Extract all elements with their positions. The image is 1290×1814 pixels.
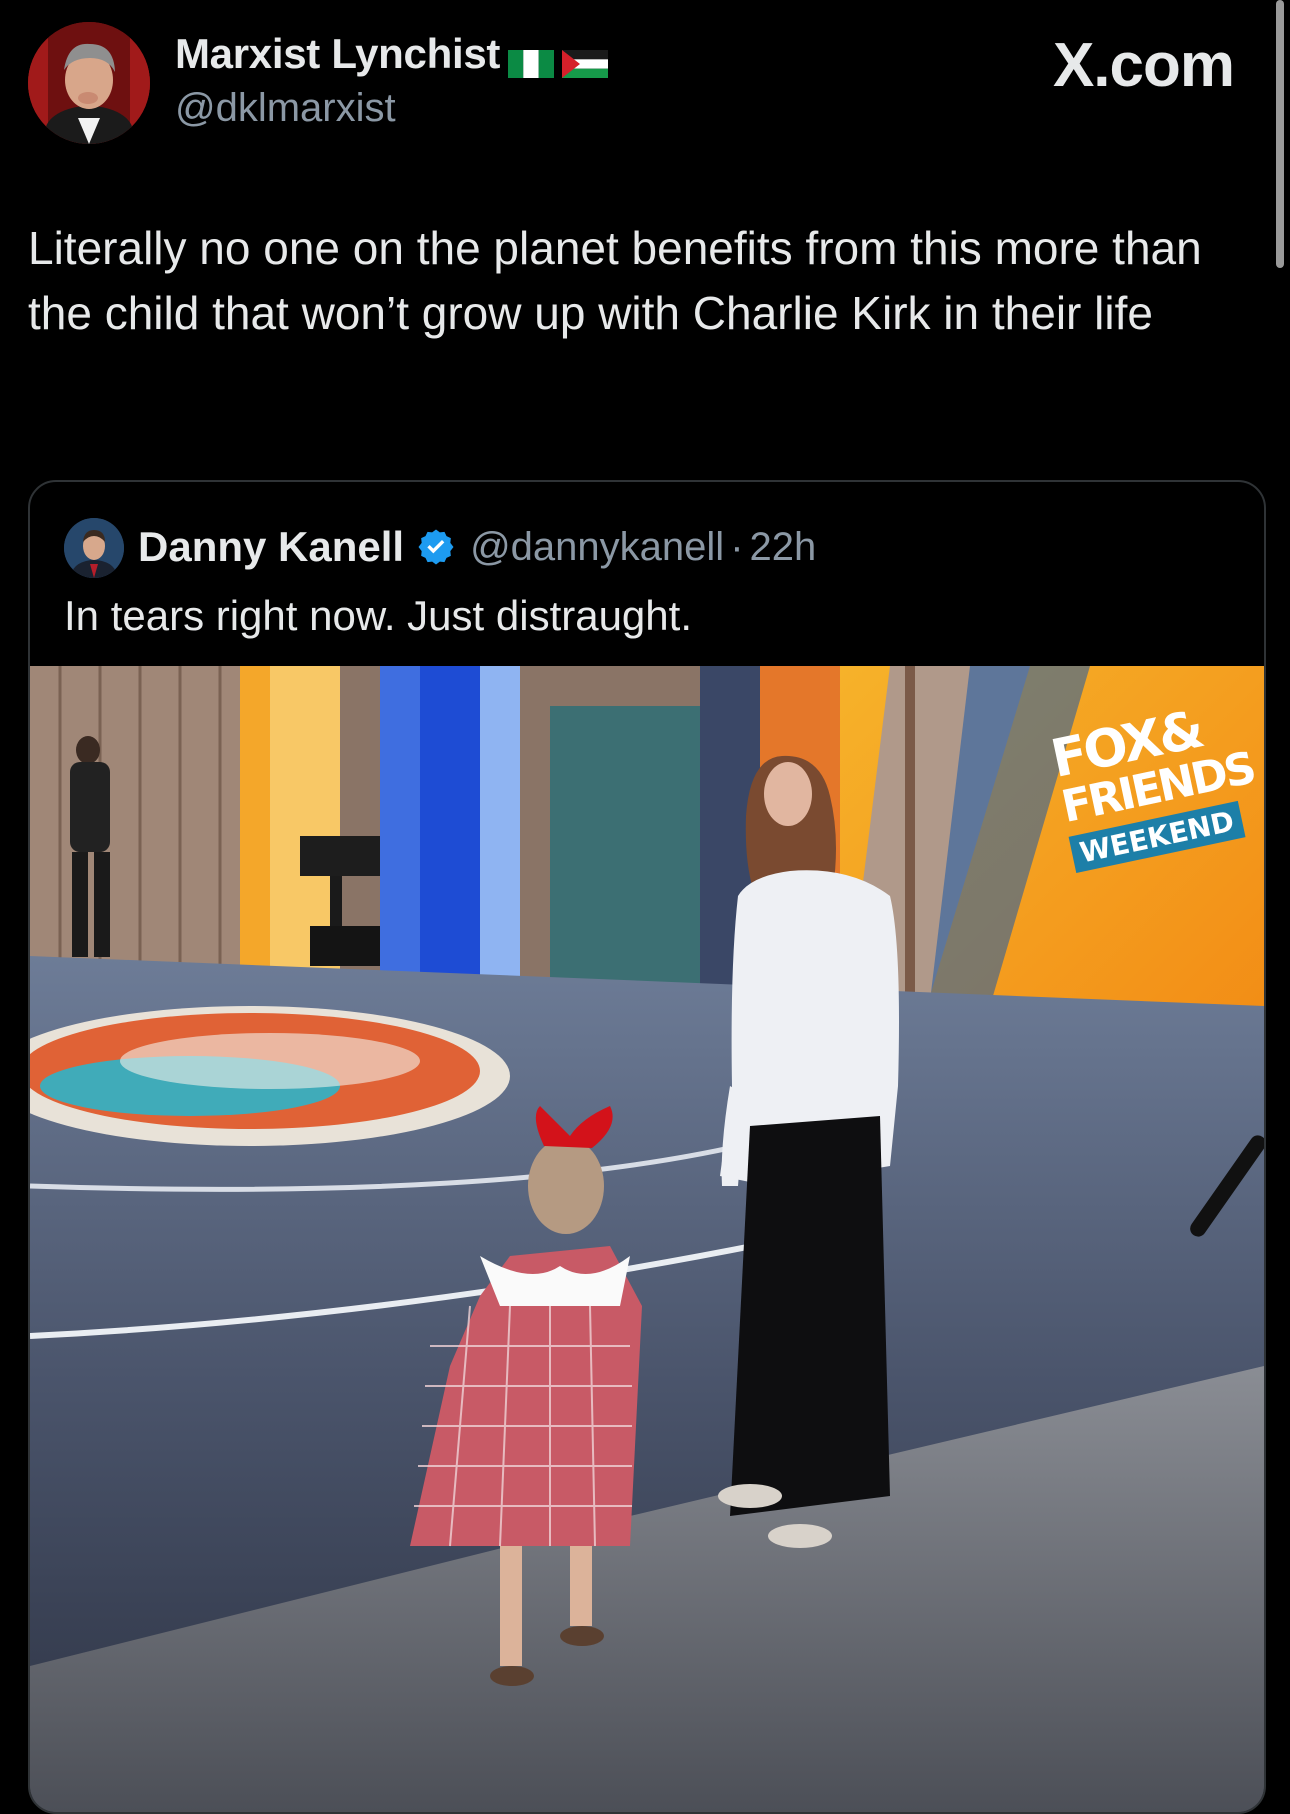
quoted-author-handle[interactable]: @dannykanell [470, 525, 724, 570]
author-name[interactable]: Marxist Lynchist [175, 30, 500, 78]
nigeria-flag-icon [508, 40, 555, 78]
author-handle[interactable]: @dklmarxist [175, 86, 396, 131]
quoted-tweet-card[interactable]: Danny Kanell @dannykanell · 22h In tears… [28, 480, 1266, 1814]
post-text: Literally no one on the planet benefits … [28, 222, 1202, 339]
header-separator: · [730, 524, 744, 569]
palestine-flag-icon [562, 40, 609, 78]
quoted-timestamp[interactable]: 22h [750, 525, 817, 570]
quoted-tweet-text: In tears right now. Just distraught. [64, 592, 692, 639]
author-name-row[interactable]: Marxist Lynchist [175, 30, 609, 78]
quoted-media-video[interactable]: FOX& FRIENDS WEEKEND [30, 666, 1264, 1812]
author-avatar[interactable] [28, 22, 150, 144]
verified-badge-icon [418, 529, 454, 565]
x-com-watermark: X.com [1052, 31, 1235, 100]
quoted-author-avatar[interactable] [64, 518, 124, 578]
quoted-tweet-header: Danny Kanell @dannykanell · 22h [138, 522, 816, 572]
scrollbar[interactable] [1276, 0, 1284, 268]
quoted-author-name[interactable]: Danny Kanell [138, 523, 404, 571]
